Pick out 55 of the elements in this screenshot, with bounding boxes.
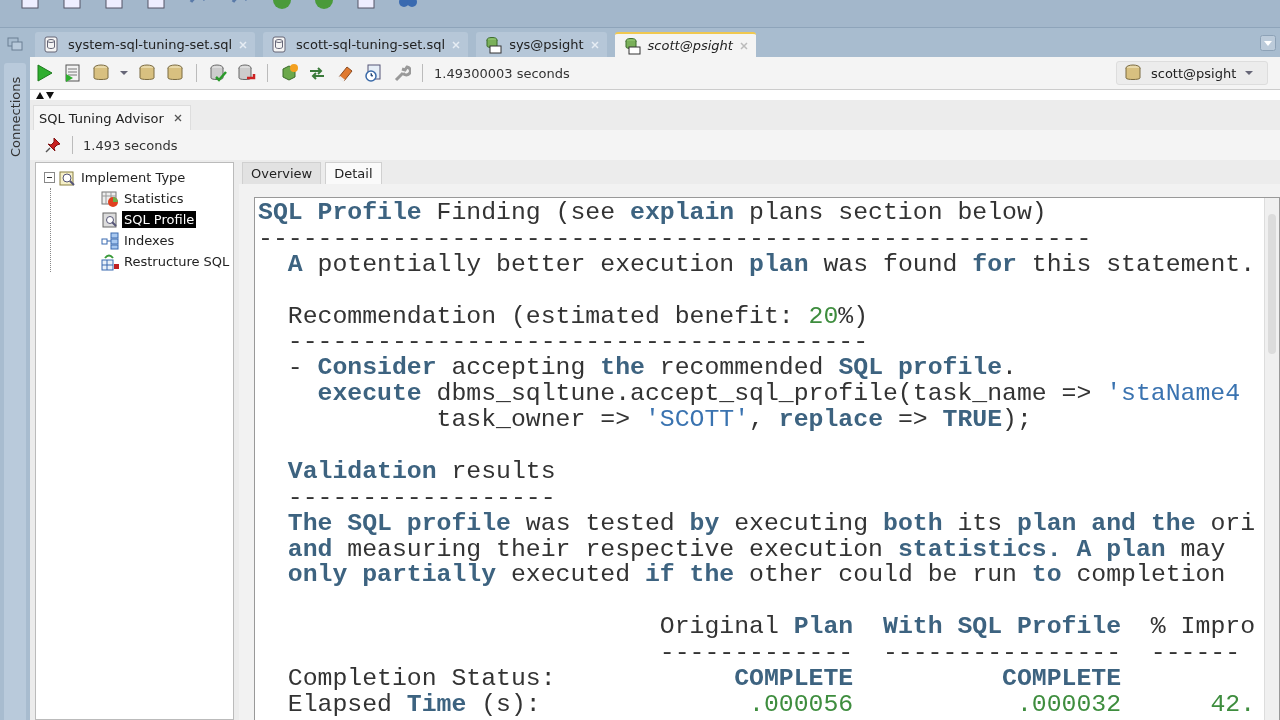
connections-label: Connections bbox=[7, 75, 23, 157]
statistics-icon bbox=[101, 189, 119, 208]
report-line: --------------------------------------- bbox=[286, 329, 870, 356]
editor-tab[interactable]: scott-sql-tuning-set.sql bbox=[263, 32, 469, 57]
tree-item[interactable]: Restructure SQL bbox=[122, 253, 232, 270]
file-icon bbox=[43, 35, 61, 54]
tab[interactable]: Detail bbox=[325, 162, 382, 184]
run-icon[interactable] bbox=[35, 63, 55, 83]
report-line: -------------------------------------------------------- bbox=[258, 225, 1093, 252]
tab[interactable]: Overview bbox=[242, 162, 322, 184]
database-icon[interactable] bbox=[137, 63, 157, 83]
tree-item[interactable]: Indexes bbox=[122, 232, 177, 249]
report-line: and measuring their respective execution statistics. A plan may bbox=[286, 536, 1227, 563]
editor-tab[interactable]: system-sql-tuning-set.sql bbox=[35, 32, 256, 57]
caret-icon[interactable] bbox=[119, 70, 129, 76]
collapse-icon[interactable] bbox=[44, 172, 55, 183]
tree-item[interactable]: Implement Type bbox=[79, 169, 188, 186]
connection-dropdown[interactable]: scott@psight bbox=[1116, 61, 1268, 85]
report-line: Original Plan With SQL Profile % Impro bbox=[658, 614, 1257, 641]
database-icon bbox=[1123, 63, 1143, 83]
database-icon bbox=[622, 36, 641, 55]
tabs-menu-icon[interactable] bbox=[1260, 34, 1276, 51]
index-icon bbox=[101, 231, 119, 250]
pin-icon[interactable] bbox=[44, 136, 62, 154]
history-icon[interactable] bbox=[363, 63, 383, 83]
connections-tab[interactable]: Connections bbox=[4, 63, 26, 720]
tree-item[interactable]: Statistics bbox=[122, 190, 186, 207]
report-line: execute dbms_sqltune.accept_sql_profile(task_name => 'staName4 bbox=[316, 381, 1242, 408]
report-line: Validation results bbox=[286, 458, 557, 485]
report-line: Recommendation (estimated benefit: 20%) bbox=[286, 303, 870, 330]
database-icon[interactable] bbox=[165, 63, 185, 83]
report-line: ------------------ bbox=[286, 484, 557, 511]
report-line: A potentially better execution plan was found for this statement. bbox=[286, 251, 1257, 278]
elapsed-time: 1.493 seconds bbox=[83, 137, 178, 153]
restore-icon[interactable] bbox=[6, 36, 24, 52]
report-line: task_owner => 'SCOTT', replace => TRUE); bbox=[435, 407, 1033, 433]
editor-tab[interactable]: scott@psight bbox=[614, 32, 756, 57]
editor-tab[interactable]: sys@psight bbox=[476, 32, 607, 57]
report-line: The SQL profile was tested by executing both its plan and the ori bbox=[286, 510, 1257, 537]
splitter-arrows-icon[interactable] bbox=[36, 91, 54, 99]
caret-icon bbox=[1244, 70, 1255, 76]
database-icon bbox=[484, 35, 503, 54]
report-line: Elapsed Time (s): .000056 .000032 42. bbox=[286, 691, 1257, 718]
vertical-scrollbar[interactable] bbox=[1264, 198, 1279, 720]
run-script-icon[interactable] bbox=[63, 63, 83, 83]
elapsed-time: 1.49300003 seconds bbox=[434, 65, 570, 81]
report-line: - Consider accepting the recommended SQL profile. bbox=[286, 355, 1018, 382]
report-line: only partially executed if the other could be run to completion bbox=[286, 562, 1227, 589]
database-icon[interactable] bbox=[91, 63, 111, 83]
tree-item[interactable]: SQL Profile bbox=[122, 211, 197, 228]
close-icon[interactable] bbox=[173, 114, 182, 122]
report-line: Completion Status: COMPLETE COMPLETE bbox=[286, 666, 1123, 692]
report-line: ------------- ---------------- ------ bbox=[658, 640, 1242, 667]
report-line: SQL Profile Finding (see explain plans section below) bbox=[258, 200, 1048, 226]
panel-tab[interactable]: SQL Tuning Advisor bbox=[33, 105, 191, 130]
